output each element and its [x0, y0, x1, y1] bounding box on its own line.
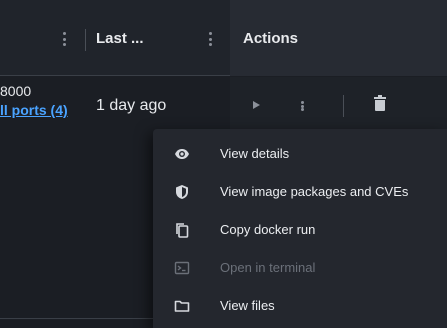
table-header: Last ... Actions	[0, 0, 447, 76]
menu-item-label: Copy docker run	[220, 222, 316, 237]
table-row: 8000 ll ports (4) 1 day ago	[0, 77, 447, 129]
column-menu-icon[interactable]	[58, 30, 70, 48]
menu-item-label: View details	[220, 146, 290, 161]
trash-icon[interactable]	[374, 95, 386, 111]
actions-cell	[230, 77, 447, 129]
column-header-actions: Actions	[243, 30, 299, 47]
port-value: 8000	[0, 83, 32, 99]
more-actions-icon[interactable]	[296, 99, 308, 113]
terminal-icon	[174, 260, 190, 276]
menu-item-label: View image packages and CVEs	[220, 184, 409, 199]
menu-item-view-details[interactable]: View details	[153, 135, 447, 173]
column-divider[interactable]	[85, 29, 86, 51]
containers-table-view: Last ... Actions 8000 ll ports (4) 1 day…	[0, 0, 447, 328]
row-context-menu: View details View image packages and CVE…	[153, 129, 447, 328]
eye-icon	[174, 146, 190, 162]
menu-item-view-files[interactable]: View files	[153, 287, 447, 325]
column-menu-icon[interactable]	[204, 30, 216, 48]
folder-icon	[174, 298, 190, 314]
last-started-value: 1 day ago	[96, 97, 167, 114]
menu-item-copy-docker-run[interactable]: Copy docker run	[153, 211, 447, 249]
column-header-last[interactable]: Last ...	[96, 30, 144, 47]
shield-icon	[174, 184, 190, 200]
ports-link[interactable]: ll ports (4)	[0, 102, 68, 118]
play-icon[interactable]	[253, 101, 260, 109]
menu-item-label: View files	[220, 298, 275, 313]
menu-item-view-image-packages[interactable]: View image packages and CVEs	[153, 173, 447, 211]
menu-item-label: Open in terminal	[220, 260, 316, 275]
copy-icon	[174, 222, 190, 238]
action-divider	[343, 95, 344, 117]
menu-item-open-in-terminal: Open in terminal	[153, 249, 447, 287]
